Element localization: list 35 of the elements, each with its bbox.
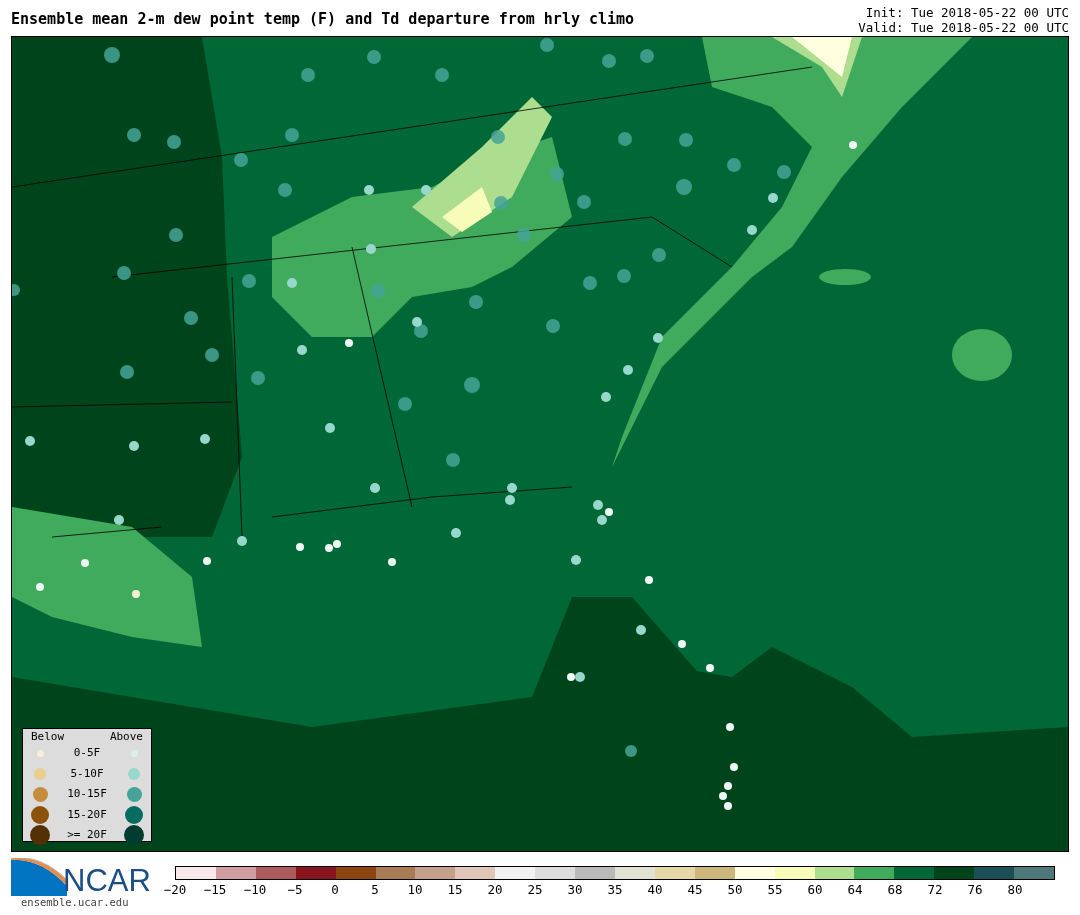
colorbar-tick-label: 35 <box>607 882 623 897</box>
colorbar-tick-label: 55 <box>767 882 783 897</box>
swoosh-icon <box>11 858 67 896</box>
colorbar-tick-label: 60 <box>807 882 823 897</box>
colorbar-tick-label: 72 <box>927 882 943 897</box>
above-heading: Above <box>109 730 143 743</box>
legend-label: 10-15F <box>67 786 107 802</box>
colorbar-tick-label: 45 <box>687 882 703 897</box>
colorbar-tick-label: 10 <box>407 882 423 897</box>
below-heading: Below <box>31 730 65 743</box>
valid-time: Valid: Tue 2018-05-22 00 UTC <box>858 20 1069 35</box>
logo-text: NCAR <box>63 866 151 896</box>
colorbar-tick-label: 76 <box>967 882 983 897</box>
colorbar-tick-label: 15 <box>447 882 463 897</box>
colorbar-tick-label: 20 <box>487 882 503 897</box>
colorbar-tick-label: 25 <box>527 882 543 897</box>
colorbar-tick-label: 64 <box>847 882 863 897</box>
legend-label: 5-10F <box>70 765 104 782</box>
colorbar-tick-label: 68 <box>887 882 903 897</box>
colorbar-tick-label: 50 <box>727 882 743 897</box>
colorbar-tick-label: −5 <box>287 882 303 897</box>
site-url: ensemble.ucar.edu <box>21 896 130 909</box>
colorbar-tick-label: 80 <box>1007 882 1023 897</box>
legend-label: >= 20F <box>67 827 107 843</box>
colorbar-tick-label: 5 <box>371 882 379 897</box>
colorbar-tick-label: −15 <box>203 882 227 897</box>
init-time: Init: Tue 2018-05-22 00 UTC <box>865 5 1069 20</box>
colorbar-tick-label: 0 <box>331 882 339 897</box>
colorbar-tick-label: 40 <box>647 882 663 897</box>
plot-title: Ensemble mean 2-m dew point temp (F) and Td departure from hrly climo <box>11 12 635 27</box>
colorbar-tick-label: 30 <box>567 882 583 897</box>
legend-label: 15-20F <box>67 806 107 823</box>
legend-label: 0-5F <box>73 745 101 761</box>
colorbar-tick-label: −10 <box>243 882 267 897</box>
colorbar-tick-label: −20 <box>163 882 187 897</box>
